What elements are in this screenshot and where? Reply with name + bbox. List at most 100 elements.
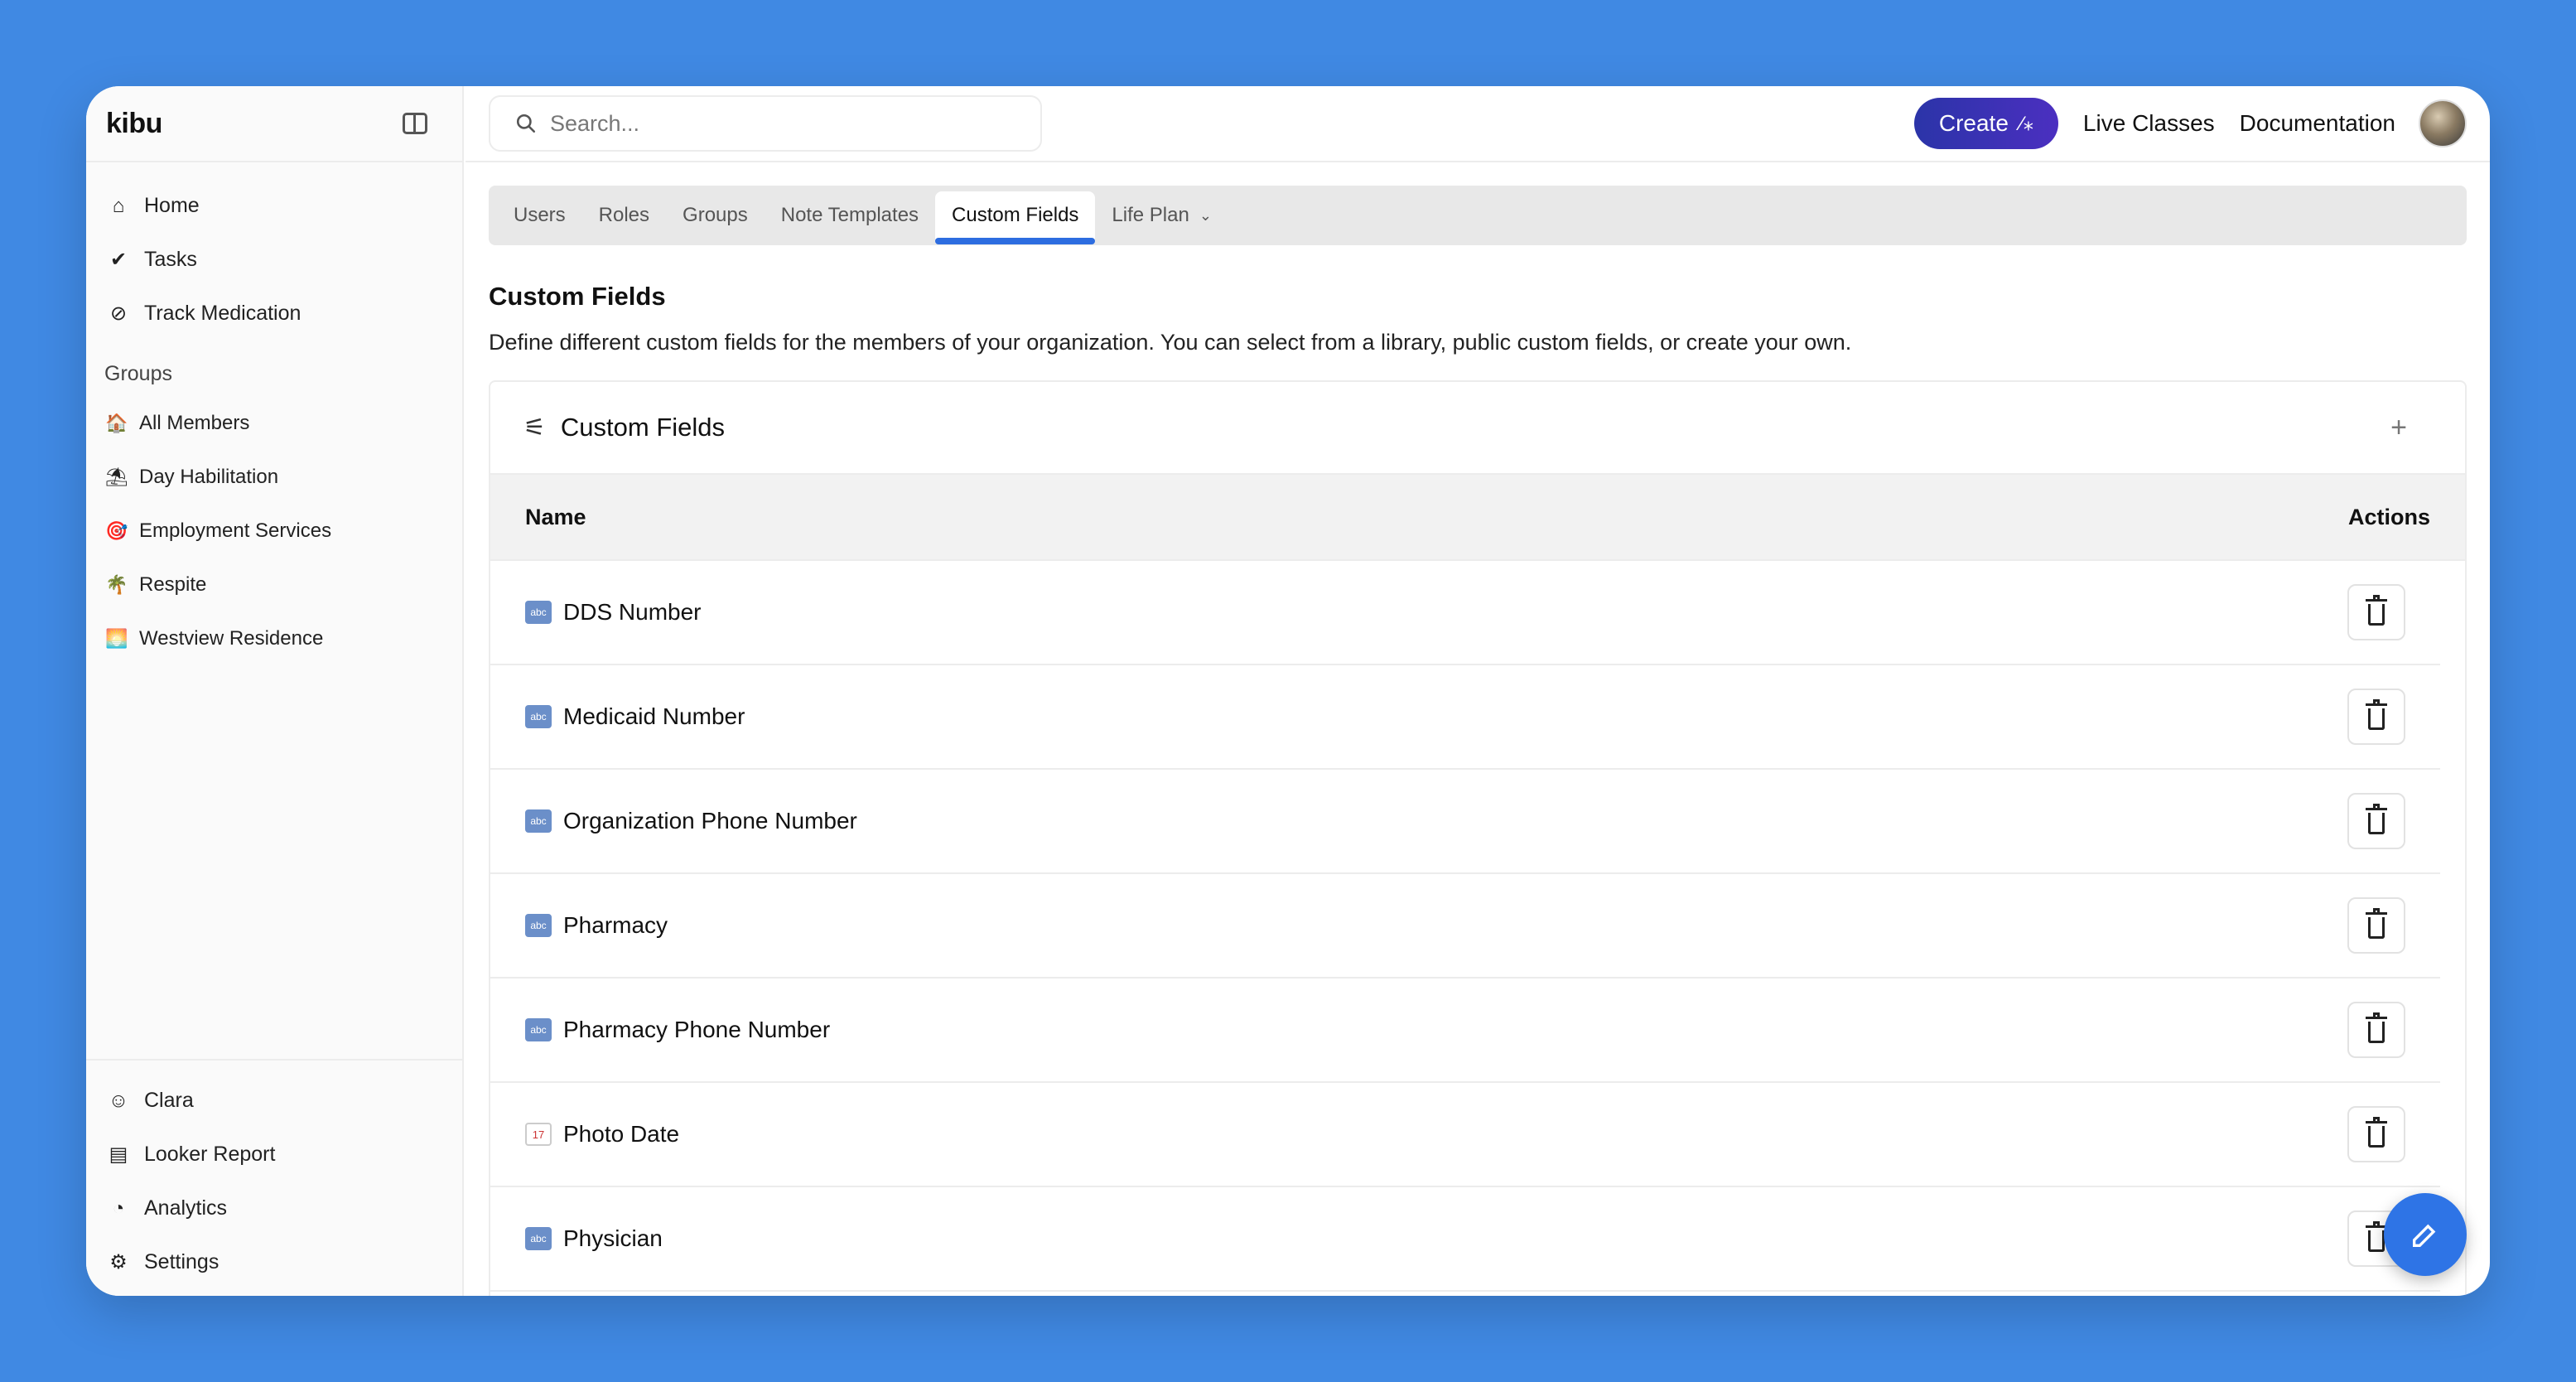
search-box[interactable] bbox=[489, 95, 1042, 152]
table-row: 17 Photo Date bbox=[490, 1083, 2440, 1187]
text-type-icon: abc bbox=[525, 914, 552, 937]
trash-icon bbox=[2366, 908, 2387, 939]
column-name: Name bbox=[525, 504, 586, 529]
text-type-icon: abc bbox=[525, 705, 552, 728]
search-input[interactable] bbox=[550, 110, 1014, 137]
group-label: All Members bbox=[139, 411, 250, 434]
sliders-icon: ⚟ bbox=[523, 413, 546, 442]
logo: kibu bbox=[106, 107, 162, 139]
home-icon: ⌂ bbox=[112, 194, 125, 217]
group-item-respite[interactable]: 🌴 Respite bbox=[86, 558, 462, 611]
column-actions: Actions bbox=[2347, 504, 2430, 529]
field-name: Organization Phone Number bbox=[563, 808, 857, 834]
delete-button[interactable] bbox=[2347, 793, 2405, 849]
document-icon: ▤ bbox=[109, 1143, 128, 1166]
settings-tabs: Users Roles Groups Note Templates Custom… bbox=[489, 186, 2467, 245]
topbar-actions: Create ⁄⁎ Live Classes Documentation bbox=[1913, 98, 2467, 149]
tab-roles[interactable]: Roles bbox=[582, 191, 666, 239]
pie-chart-icon: ◔ bbox=[112, 1196, 125, 1220]
group-label: Day Habilitation bbox=[139, 465, 279, 488]
nav-item-home[interactable]: ⌂ Home bbox=[86, 179, 462, 233]
trash-icon bbox=[2366, 804, 2387, 834]
house-emoji-icon: 🏠 bbox=[105, 412, 128, 433]
app-window: kibu ⌂ Home ✔ Tasks ⊘ Track Medication G… bbox=[86, 86, 2490, 1296]
palm-emoji-icon: 🌴 bbox=[105, 573, 128, 595]
field-name: Medicaid Number bbox=[563, 703, 745, 729]
add-field-button[interactable]: + bbox=[2390, 412, 2407, 444]
table-row: abc Medicaid Number bbox=[490, 665, 2440, 770]
tab-groups[interactable]: Groups bbox=[666, 191, 765, 239]
delete-button[interactable] bbox=[2347, 1002, 2405, 1058]
field-name: Pharmacy Phone Number bbox=[563, 1017, 831, 1042]
edit-icon bbox=[2413, 1224, 2436, 1247]
tasks-icon: ✔ bbox=[109, 249, 128, 271]
tab-custom-fields[interactable]: Custom Fields bbox=[935, 191, 1096, 244]
groups-title: Groups bbox=[104, 362, 172, 385]
create-label: Create bbox=[1938, 110, 2009, 136]
compose-fab-button[interactable] bbox=[2384, 1193, 2467, 1276]
delete-button[interactable] bbox=[2347, 584, 2405, 640]
text-type-icon: abc bbox=[525, 1018, 552, 1041]
trash-icon bbox=[2366, 699, 2387, 730]
table-row: abc DDS Number bbox=[490, 561, 2440, 665]
main-area: Create ⁄⁎ Live Classes Documentation Use… bbox=[466, 86, 2490, 1296]
trash-icon bbox=[2366, 1117, 2387, 1148]
beach-emoji-icon: ⛱ bbox=[105, 466, 128, 487]
custom-fields-card: ⚟ Custom Fields + Name Actions abc DDS N… bbox=[489, 380, 2467, 1296]
table-row: abc Physician bbox=[490, 1187, 2440, 1292]
gear-icon: ⚙ bbox=[109, 1251, 128, 1273]
content: Users Roles Groups Note Templates Custom… bbox=[466, 162, 2490, 1296]
text-type-icon: abc bbox=[525, 1227, 552, 1250]
trash-icon bbox=[2366, 1012, 2387, 1043]
target-emoji-icon: 🎯 bbox=[105, 519, 128, 541]
nav-label: Track Medication bbox=[144, 302, 301, 325]
nav-item-tasks[interactable]: ✔ Tasks bbox=[86, 233, 462, 287]
sidebar-toggle-icon[interactable] bbox=[403, 113, 427, 134]
nav-label: Settings bbox=[144, 1250, 219, 1273]
user-avatar[interactable] bbox=[2419, 99, 2467, 147]
delete-button[interactable] bbox=[2347, 689, 2405, 745]
nav-label: Home bbox=[144, 194, 200, 217]
nav-item-looker-report[interactable]: ▤ Looker Report bbox=[86, 1128, 462, 1181]
tab-users[interactable]: Users bbox=[497, 191, 582, 239]
trash-icon bbox=[2366, 595, 2387, 626]
tab-label: Life Plan bbox=[1112, 204, 1189, 226]
page-description: Define different custom fields for the m… bbox=[489, 330, 1852, 355]
tab-life-plan[interactable]: Life Plan ⌄ bbox=[1095, 191, 1228, 239]
group-label: Westview Residence bbox=[139, 626, 324, 650]
calendar-icon: 17 bbox=[525, 1123, 552, 1146]
group-item-employment-services[interactable]: 🎯 Employment Services bbox=[86, 504, 462, 558]
table-header: Name Actions bbox=[490, 475, 2465, 561]
group-item-westview-residence[interactable]: 🌅 Westview Residence bbox=[86, 611, 462, 665]
main-nav: ⌂ Home ✔ Tasks ⊘ Track Medication bbox=[86, 162, 462, 341]
group-item-day-habilitation[interactable]: ⛱ Day Habilitation bbox=[86, 450, 462, 504]
field-name: Pharmacy bbox=[563, 912, 668, 938]
group-item-all-members[interactable]: 🏠 All Members bbox=[86, 396, 462, 450]
nav-label: Tasks bbox=[144, 248, 197, 271]
nav-item-settings[interactable]: ⚙ Settings bbox=[86, 1235, 462, 1289]
groups-list: 🏠 All Members ⛱ Day Habilitation 🎯 Emplo… bbox=[86, 396, 462, 665]
nav-item-clara[interactable]: ☺ Clara bbox=[86, 1074, 462, 1128]
nav-label: Clara bbox=[144, 1089, 194, 1112]
sunset-emoji-icon: 🌅 bbox=[105, 627, 128, 649]
chevron-down-icon: ⌄ bbox=[1199, 206, 1212, 224]
group-label: Respite bbox=[139, 573, 207, 596]
create-button[interactable]: Create ⁄⁎ bbox=[1913, 98, 2058, 149]
sidebar: kibu ⌂ Home ✔ Tasks ⊘ Track Medication G… bbox=[86, 86, 464, 1296]
sidebar-bottom: ☺ Clara ▤ Looker Report ◔ Analytics ⚙ Se… bbox=[86, 1059, 462, 1296]
nav-item-analytics[interactable]: ◔ Analytics bbox=[86, 1181, 462, 1235]
text-type-icon: abc bbox=[525, 601, 552, 624]
card-title: Custom Fields bbox=[560, 413, 726, 442]
clara-avatar-icon: ☺ bbox=[108, 1089, 129, 1112]
group-label: Employment Services bbox=[139, 519, 332, 542]
field-name: Physician bbox=[563, 1225, 663, 1251]
nav-item-track-medication[interactable]: ⊘ Track Medication bbox=[86, 287, 462, 341]
delete-button[interactable] bbox=[2347, 897, 2405, 954]
sidebar-header: kibu bbox=[86, 86, 462, 162]
delete-button[interactable] bbox=[2347, 1106, 2405, 1162]
table-row: abc Organization Phone Number bbox=[490, 770, 2440, 874]
tab-note-templates[interactable]: Note Templates bbox=[765, 191, 935, 239]
card-header: ⚟ Custom Fields + bbox=[490, 382, 2465, 475]
documentation-link[interactable]: Documentation bbox=[2240, 110, 2395, 137]
live-classes-link[interactable]: Live Classes bbox=[2083, 110, 2215, 137]
